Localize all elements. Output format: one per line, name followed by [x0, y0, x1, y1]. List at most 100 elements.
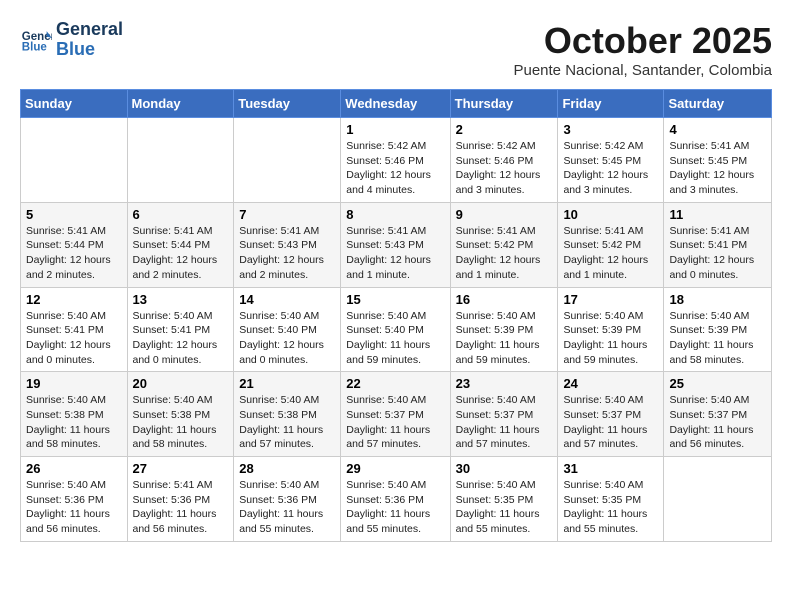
- calendar-cell: 19 Sunrise: 5:40 AM Sunset: 5:38 PM Dayli…: [21, 372, 128, 457]
- calendar-body: 1Sunrise: 5:42 AM Sunset: 5:46 PM Daylig…: [21, 118, 772, 542]
- logo-text-blue: Blue: [56, 40, 123, 60]
- calendar-header: SundayMondayTuesdayWednesdayThursdayFrid…: [21, 90, 772, 118]
- day-number: 27: [133, 461, 229, 476]
- day-info: Sunrise: 5:42 AM Sunset: 5:46 PM Dayligh…: [456, 139, 553, 198]
- page-header: General Blue General Blue October 2025 P…: [20, 20, 772, 79]
- header-row: SundayMondayTuesdayWednesdayThursdayFrid…: [21, 90, 772, 118]
- calendar-cell: 5Sunrise: 5:41 AM Sunset: 5:44 PM Daylig…: [21, 202, 128, 287]
- calendar-cell: 17 Sunrise: 5:40 AM Sunset: 5:39 PM Dayli…: [558, 287, 664, 372]
- calendar-cell: 31 Sunrise: 5:40 AM Sunset: 5:35 PM Dayli…: [558, 457, 664, 542]
- day-info: Sunrise: 5:41 AM Sunset: 5:43 PM Dayligh…: [346, 224, 444, 283]
- logo: General Blue General Blue: [20, 20, 123, 60]
- header-wednesday: Wednesday: [341, 90, 450, 118]
- title-block: October 2025 Puente Nacional, Santander,…: [513, 20, 772, 79]
- day-number: 31: [563, 461, 658, 476]
- day-info: Sunrise: 5:40 AM Sunset: 5:38 PM Dayligh…: [26, 393, 122, 452]
- day-info: Sunrise: 5:40 AM Sunset: 5:39 PM Dayligh…: [563, 309, 658, 368]
- day-info: Sunrise: 5:40 AM Sunset: 5:37 PM Dayligh…: [456, 393, 553, 452]
- day-info: Sunrise: 5:42 AM Sunset: 5:46 PM Dayligh…: [346, 139, 444, 198]
- day-info: Sunrise: 5:40 AM Sunset: 5:38 PM Dayligh…: [239, 393, 335, 452]
- calendar-cell: 21 Sunrise: 5:40 AM Sunset: 5:38 PM Dayli…: [234, 372, 341, 457]
- day-info: Sunrise: 5:41 AM Sunset: 5:41 PM Dayligh…: [669, 224, 766, 283]
- week-row-3: 12 Sunrise: 5:40 AM Sunset: 5:41 PM Dayli…: [21, 287, 772, 372]
- day-number: 6: [133, 207, 229, 222]
- svg-text:Blue: Blue: [22, 41, 48, 53]
- day-number: 18: [669, 292, 766, 307]
- calendar-cell: 26 Sunrise: 5:40 AM Sunset: 5:36 PM Dayli…: [21, 457, 128, 542]
- header-tuesday: Tuesday: [234, 90, 341, 118]
- day-info: Sunrise: 5:40 AM Sunset: 5:38 PM Dayligh…: [133, 393, 229, 452]
- day-number: 22: [346, 376, 444, 391]
- day-number: 13: [133, 292, 229, 307]
- day-info: Sunrise: 5:41 AM Sunset: 5:42 PM Dayligh…: [563, 224, 658, 283]
- day-info: Sunrise: 5:40 AM Sunset: 5:36 PM Dayligh…: [239, 478, 335, 537]
- logo-text-general: General: [56, 20, 123, 40]
- calendar-cell: 15Sunrise: 5:40 AM Sunset: 5:40 PM Dayli…: [341, 287, 450, 372]
- calendar-cell: 20 Sunrise: 5:40 AM Sunset: 5:38 PM Dayli…: [127, 372, 234, 457]
- day-number: 23: [456, 376, 553, 391]
- calendar-cell: 18 Sunrise: 5:40 AM Sunset: 5:39 PM Dayli…: [664, 287, 772, 372]
- header-sunday: Sunday: [21, 90, 128, 118]
- day-info: Sunrise: 5:40 AM Sunset: 5:41 PM Dayligh…: [133, 309, 229, 368]
- calendar-cell: 8Sunrise: 5:41 AM Sunset: 5:43 PM Daylig…: [341, 202, 450, 287]
- header-friday: Friday: [558, 90, 664, 118]
- day-info: Sunrise: 5:41 AM Sunset: 5:42 PM Dayligh…: [456, 224, 553, 283]
- calendar-cell: [234, 118, 341, 203]
- calendar-cell: 12 Sunrise: 5:40 AM Sunset: 5:41 PM Dayli…: [21, 287, 128, 372]
- day-info: Sunrise: 5:40 AM Sunset: 5:41 PM Dayligh…: [26, 309, 122, 368]
- day-info: Sunrise: 5:41 AM Sunset: 5:44 PM Dayligh…: [133, 224, 229, 283]
- calendar-cell: 16Sunrise: 5:40 AM Sunset: 5:39 PM Dayli…: [450, 287, 558, 372]
- day-info: Sunrise: 5:40 AM Sunset: 5:39 PM Dayligh…: [669, 309, 766, 368]
- header-saturday: Saturday: [664, 90, 772, 118]
- day-info: Sunrise: 5:42 AM Sunset: 5:45 PM Dayligh…: [563, 139, 658, 198]
- day-info: Sunrise: 5:40 AM Sunset: 5:37 PM Dayligh…: [669, 393, 766, 452]
- day-number: 17: [563, 292, 658, 307]
- day-number: 14: [239, 292, 335, 307]
- day-number: 21: [239, 376, 335, 391]
- day-info: Sunrise: 5:41 AM Sunset: 5:36 PM Dayligh…: [133, 478, 229, 537]
- day-number: 30: [456, 461, 553, 476]
- day-info: Sunrise: 5:40 AM Sunset: 5:39 PM Dayligh…: [456, 309, 553, 368]
- calendar-table: SundayMondayTuesdayWednesdayThursdayFrid…: [20, 89, 772, 542]
- day-info: Sunrise: 5:40 AM Sunset: 5:36 PM Dayligh…: [346, 478, 444, 537]
- week-row-1: 1Sunrise: 5:42 AM Sunset: 5:46 PM Daylig…: [21, 118, 772, 203]
- day-number: 12: [26, 292, 122, 307]
- calendar-cell: 28 Sunrise: 5:40 AM Sunset: 5:36 PM Dayli…: [234, 457, 341, 542]
- day-number: 9: [456, 207, 553, 222]
- day-number: 19: [26, 376, 122, 391]
- day-number: 4: [669, 122, 766, 137]
- calendar-cell: 30 Sunrise: 5:40 AM Sunset: 5:35 PM Dayli…: [450, 457, 558, 542]
- day-info: Sunrise: 5:41 AM Sunset: 5:43 PM Dayligh…: [239, 224, 335, 283]
- calendar-cell: 25Sunrise: 5:40 AM Sunset: 5:37 PM Dayli…: [664, 372, 772, 457]
- header-thursday: Thursday: [450, 90, 558, 118]
- day-info: Sunrise: 5:40 AM Sunset: 5:37 PM Dayligh…: [563, 393, 658, 452]
- month-title: October 2025: [513, 20, 772, 62]
- day-number: 28: [239, 461, 335, 476]
- day-number: 2: [456, 122, 553, 137]
- calendar-cell: 1Sunrise: 5:42 AM Sunset: 5:46 PM Daylig…: [341, 118, 450, 203]
- calendar-cell: 23 Sunrise: 5:40 AM Sunset: 5:37 PM Dayli…: [450, 372, 558, 457]
- day-number: 26: [26, 461, 122, 476]
- calendar-cell: 4Sunrise: 5:41 AM Sunset: 5:45 PM Daylig…: [664, 118, 772, 203]
- day-info: Sunrise: 5:40 AM Sunset: 5:35 PM Dayligh…: [456, 478, 553, 537]
- day-number: 20: [133, 376, 229, 391]
- week-row-2: 5 Sunrise: 5:41 AM Sunset: 5:44 PM Daylig…: [21, 202, 772, 287]
- week-row-4: 19 Sunrise: 5:40 AM Sunset: 5:38 PM Dayli…: [21, 372, 772, 457]
- calendar-cell: 14Sunrise: 5:40 AM Sunset: 5:40 PM Dayli…: [234, 287, 341, 372]
- calendar-cell: [21, 118, 128, 203]
- logo-icon: General Blue: [20, 24, 52, 56]
- day-info: Sunrise: 5:40 AM Sunset: 5:36 PM Dayligh…: [26, 478, 122, 537]
- day-number: 7: [239, 207, 335, 222]
- day-number: 10: [563, 207, 658, 222]
- day-number: 5: [26, 207, 122, 222]
- day-info: Sunrise: 5:40 AM Sunset: 5:35 PM Dayligh…: [563, 478, 658, 537]
- day-number: 24: [563, 376, 658, 391]
- calendar-cell: 3Sunrise: 5:42 AM Sunset: 5:45 PM Daylig…: [558, 118, 664, 203]
- day-number: 11: [669, 207, 766, 222]
- week-row-5: 26 Sunrise: 5:40 AM Sunset: 5:36 PM Dayli…: [21, 457, 772, 542]
- day-number: 29: [346, 461, 444, 476]
- calendar-cell: 9 Sunrise: 5:41 AM Sunset: 5:42 PM Daylig…: [450, 202, 558, 287]
- calendar-cell: 27 Sunrise: 5:41 AM Sunset: 5:36 PM Dayli…: [127, 457, 234, 542]
- calendar-cell: 11 Sunrise: 5:41 AM Sunset: 5:41 PM Dayli…: [664, 202, 772, 287]
- day-info: Sunrise: 5:40 AM Sunset: 5:40 PM Dayligh…: [346, 309, 444, 368]
